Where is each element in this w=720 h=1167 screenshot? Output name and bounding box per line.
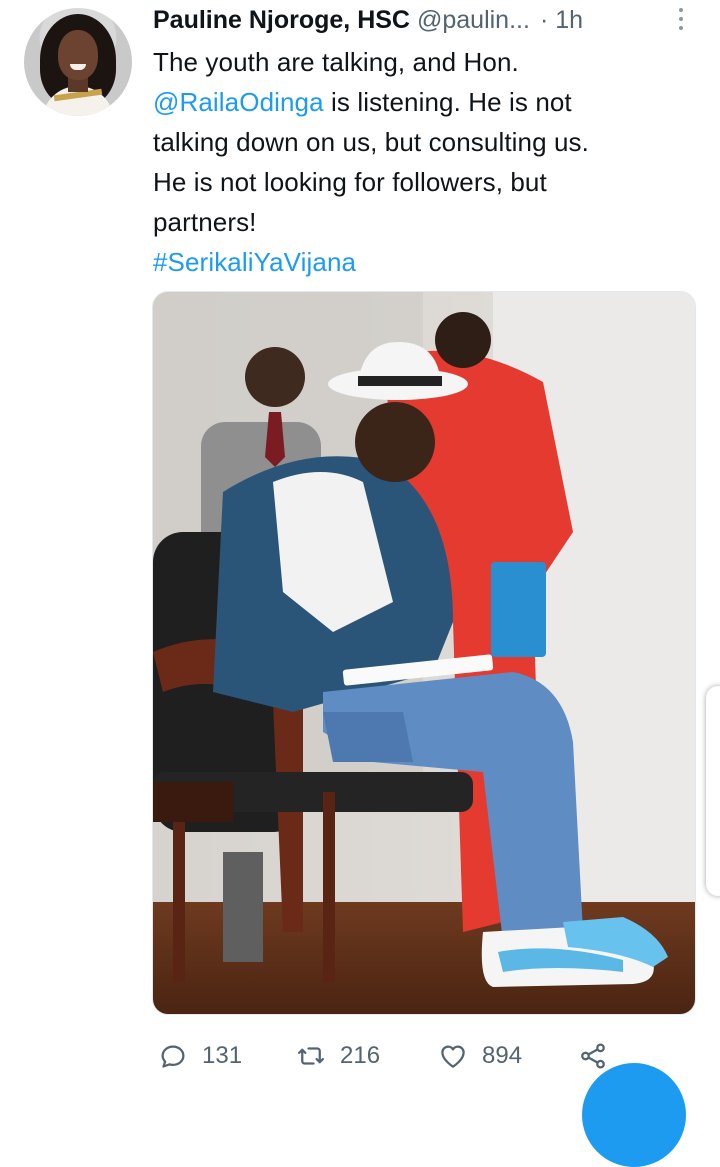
hashtag-link[interactable]: #SerikaliYaVijana: [153, 242, 703, 282]
tweet-text-line-2-rest: is listening. He is not: [331, 87, 572, 117]
share-icon: [581, 1043, 605, 1069]
retweet-button[interactable]: 216: [296, 1038, 380, 1074]
heart-icon: [441, 1045, 465, 1068]
like-button[interactable]: 894: [438, 1038, 522, 1074]
reply-button[interactable]: 131: [158, 1038, 242, 1074]
more-vertical-icon[interactable]: [676, 8, 686, 34]
author-name[interactable]: Pauline Njoroge, HSC: [153, 4, 410, 36]
tweet-header: Pauline Njoroge, HSC @paulin... · 1h: [153, 4, 693, 36]
reply-icon: [161, 1045, 185, 1068]
side-scroll-handle[interactable]: [706, 686, 720, 896]
like-count: 894: [482, 1042, 523, 1069]
tweet-photo[interactable]: [152, 291, 696, 1015]
tweet-text-line-1: The youth are talking, and Hon.: [153, 47, 519, 77]
retweet-count: 216: [340, 1042, 381, 1069]
tweet-text-line-3: talking down on us, but consulting us.: [153, 127, 589, 157]
photo-illustration: [153, 292, 695, 1014]
author-avatar[interactable]: [24, 8, 132, 116]
tweet-text-line-4: He is not looking for followers, but: [153, 167, 547, 197]
author-handle[interactable]: @paulin...: [417, 4, 530, 36]
reply-count: 131: [202, 1042, 243, 1069]
tweet-text-line-2: @RailaOdinga is listening. He is not: [153, 82, 703, 122]
share-button[interactable]: [578, 1038, 608, 1074]
tweet-text: The youth are talking, and Hon. @RailaOd…: [153, 42, 703, 282]
mention-link[interactable]: @RailaOdinga: [153, 87, 324, 117]
avatar-face: [58, 30, 98, 80]
compose-tweet-button[interactable]: [582, 1063, 686, 1167]
tweet-actions: 131 216 894: [158, 1038, 618, 1074]
tweet-time[interactable]: · 1h: [540, 4, 583, 36]
retweet-icon: [298, 1047, 324, 1065]
tweet-text-line-5: partners!: [153, 207, 257, 237]
